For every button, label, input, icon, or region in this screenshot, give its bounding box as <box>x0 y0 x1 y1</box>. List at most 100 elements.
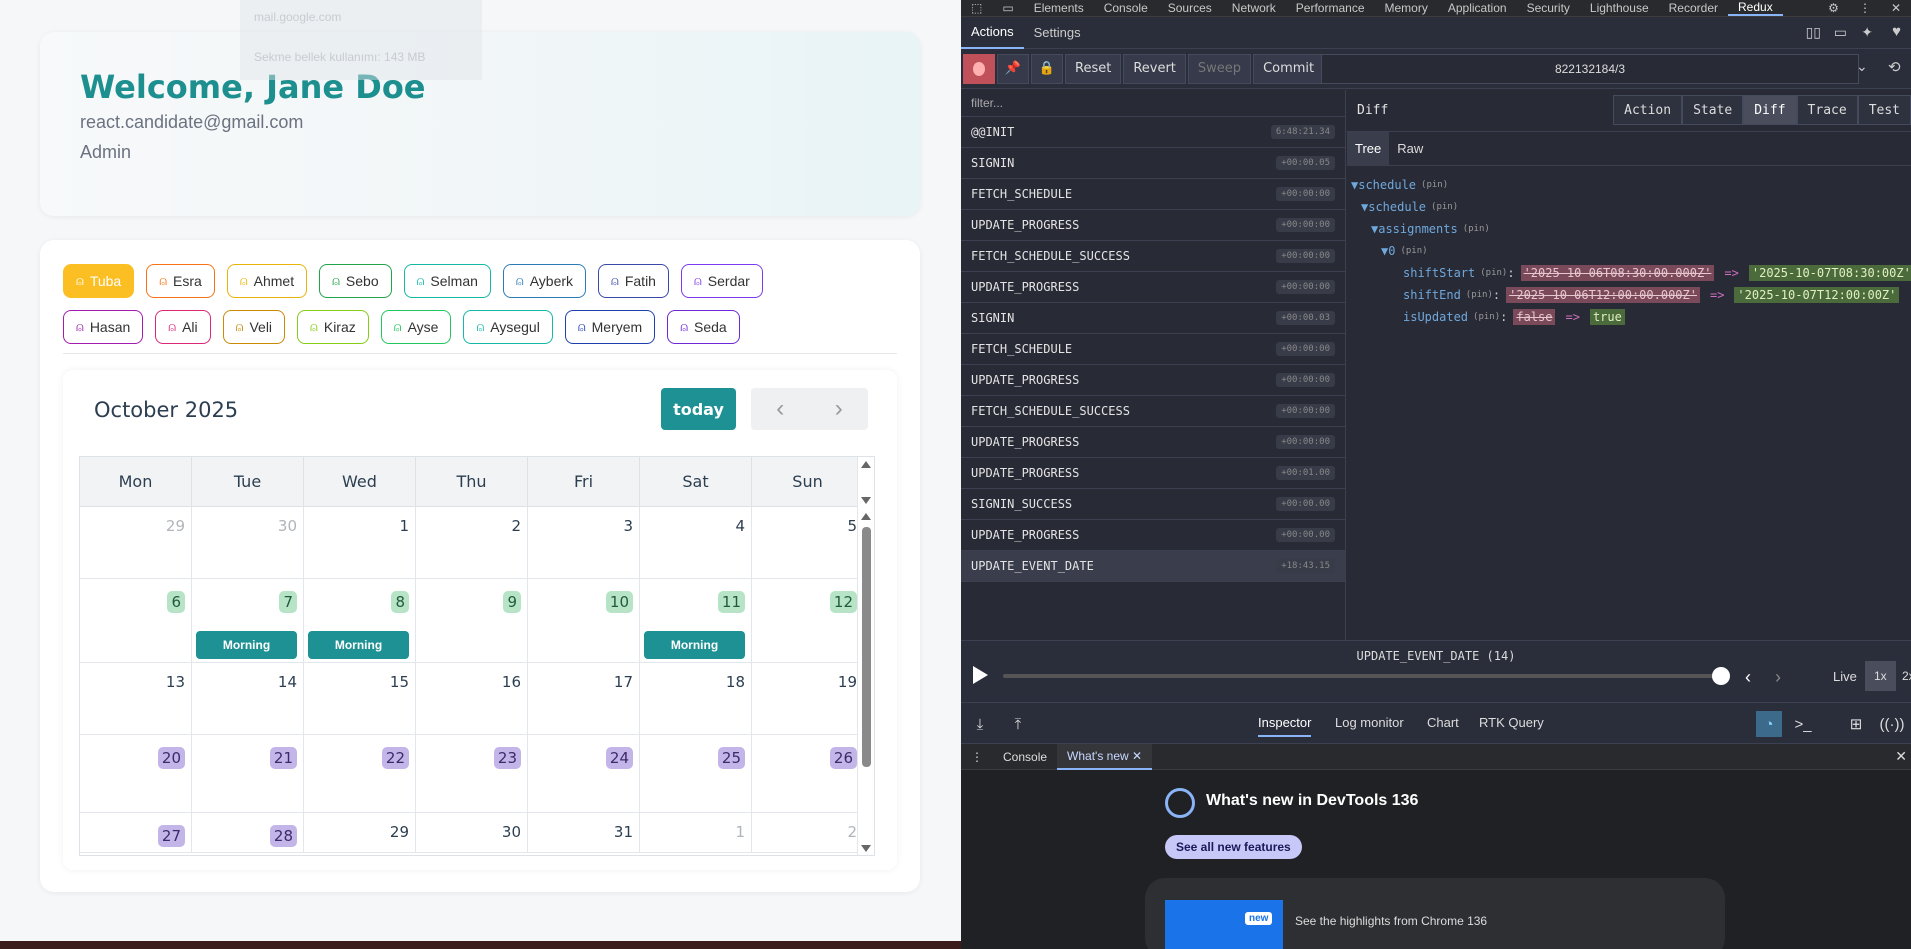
staff-chip[interactable]: ⍝ Ayberk <box>502 264 587 298</box>
staff-chip[interactable]: ⍝ Esra <box>146 264 215 298</box>
tab-inspector[interactable]: Inspector <box>1258 715 1312 737</box>
pin-button[interactable]: 📌 <box>997 53 1029 84</box>
staff-chip[interactable]: ⍝ Aysegul <box>463 310 553 344</box>
staff-chip[interactable]: ⍝ Seda <box>667 310 740 344</box>
scroll-up-icon[interactable] <box>861 461 871 468</box>
action-row[interactable]: UPDATE_PROGRESS +00:00:00 <box>961 210 1345 241</box>
scroll-down-icon[interactable] <box>861 845 871 852</box>
tree-node[interactable]: ▼ schedule (pin) <box>1347 196 1911 218</box>
tree-node[interactable]: ▼ assignments (pin) <box>1347 218 1911 240</box>
day-cell[interactable]: 8 Morning <box>304 579 416 662</box>
action-row[interactable]: FETCH_SCHEDULE +00:00:00 <box>961 334 1345 365</box>
day-cell[interactable]: 18 <box>640 663 752 734</box>
staff-chip[interactable]: ⍝ Meryem <box>564 310 656 344</box>
day-cell[interactable]: 13 <box>80 663 192 734</box>
day-cell[interactable]: 26 <box>752 735 864 812</box>
action-row[interactable]: SIGNIN_SUCCESS +00:00.00 <box>961 489 1345 520</box>
day-cell[interactable]: 17 <box>528 663 640 734</box>
lock-button[interactable]: 🔒 <box>1031 53 1063 84</box>
slider-knob[interactable] <box>1712 667 1730 685</box>
instance-select[interactable]: 822132184/3 <box>1321 54 1859 84</box>
tab-rtk-query[interactable]: RTK Query <box>1479 715 1544 730</box>
export-icon[interactable]: ⤒ <box>1005 711 1031 737</box>
drawer-menu-icon[interactable]: ⋮ <box>961 750 993 764</box>
staff-chip[interactable]: ⍝ Kiraz <box>297 310 369 344</box>
tree-node[interactable]: ▼ 0 (pin) <box>1347 240 1911 262</box>
inspector-tab-action[interactable]: Action <box>1613 95 1683 125</box>
shift-event[interactable]: Morning <box>308 631 409 659</box>
day-cell[interactable]: 25 <box>640 735 752 812</box>
step-back-icon[interactable]: ‹ <box>1745 667 1751 688</box>
day-cell[interactable]: 23 <box>416 735 528 812</box>
day-cell[interactable]: 14 <box>192 663 304 734</box>
action-row[interactable]: UPDATE_EVENT_DATE +18:43.15 <box>961 551 1345 582</box>
action-row[interactable]: UPDATE_PROGRESS +00:01.00 <box>961 458 1345 489</box>
action-row[interactable]: FETCH_SCHEDULE +00:00:00 <box>961 179 1345 210</box>
close-icon[interactable]: ✕ <box>1881 1 1911 15</box>
day-cell[interactable]: 9 <box>416 579 528 662</box>
import-icon[interactable]: ⤓ <box>967 711 993 737</box>
prev-month-button[interactable]: ‹ <box>751 388 810 430</box>
grid-icon[interactable]: ⊞ <box>1843 711 1869 737</box>
revert-button[interactable]: Revert <box>1123 53 1186 84</box>
tab-log-monitor[interactable]: Log monitor <box>1335 715 1404 730</box>
devtools-tab[interactable]: Sources <box>1158 1 1222 15</box>
staff-chip[interactable]: ⍝ Sebo <box>319 264 392 298</box>
tab-tree[interactable]: Tree <box>1347 131 1390 166</box>
day-cell[interactable]: 5 <box>752 507 864 578</box>
day-cell[interactable]: 27 <box>80 813 192 852</box>
day-cell[interactable]: 19 <box>752 663 864 734</box>
gear-icon[interactable]: ⚙ <box>1818 1 1849 15</box>
action-row[interactable]: @@INIT 6:48:21.34 <box>961 117 1345 148</box>
day-cell[interactable]: 15 <box>304 663 416 734</box>
tab-actions[interactable]: Actions <box>961 17 1024 49</box>
day-cell[interactable]: 22 <box>304 735 416 812</box>
action-row[interactable]: FETCH_SCHEDULE_SUCCESS +00:00:00 <box>961 396 1345 427</box>
day-cell[interactable]: 2 <box>416 507 528 578</box>
calendar-scrollbar[interactable] <box>857 457 874 855</box>
staff-chip[interactable]: ⍝ Fatih <box>598 264 669 298</box>
devtools-tab[interactable]: Memory <box>1375 1 1438 15</box>
devtools-tab[interactable]: Application <box>1438 1 1517 15</box>
day-cell[interactable]: 24 <box>528 735 640 812</box>
devtools-tab[interactable]: Console <box>1094 1 1158 15</box>
day-cell[interactable]: 21 <box>192 735 304 812</box>
day-cell[interactable]: 20 <box>80 735 192 812</box>
highlights-card[interactable]: new See the highlights from Chrome 136 <box>1145 878 1725 949</box>
devtools-tab[interactable]: Recorder <box>1659 1 1728 15</box>
speed-2x[interactable]: 2x <box>1893 661 1911 691</box>
day-cell[interactable]: 7 Morning <box>192 579 304 662</box>
drawer-tab-whats-new[interactable]: What's new ✕ <box>1057 743 1153 770</box>
day-cell[interactable]: 29 <box>80 507 192 578</box>
staff-chip[interactable]: ⍝ Tuba <box>63 264 135 298</box>
shift-event[interactable]: Morning <box>196 631 297 659</box>
staff-chip[interactable]: ⍝ Ayse <box>380 310 452 344</box>
devtools-tab[interactable]: Lighthouse <box>1580 1 1659 15</box>
book-icon[interactable]: ▯▯ <box>1806 24 1821 41</box>
commit-button[interactable]: Commit <box>1253 53 1325 84</box>
inspector-tab-diff[interactable]: Diff <box>1743 95 1797 125</box>
devtools-tab[interactable]: Security <box>1517 1 1580 15</box>
broadcast-icon[interactable]: ((·)) <box>1879 711 1905 737</box>
filter-input[interactable]: filter... <box>961 90 1345 117</box>
day-cell[interactable]: 16 <box>416 663 528 734</box>
action-row[interactable]: UPDATE_PROGRESS +00:00.00 <box>961 520 1345 551</box>
inspect-icon[interactable]: ⬚ <box>961 1 992 15</box>
see-all-features-button[interactable]: See all new features <box>1165 835 1302 859</box>
inspector-tab-test[interactable]: Test <box>1857 95 1911 125</box>
shift-event[interactable]: Morning <box>644 631 745 659</box>
day-cell[interactable]: 3 <box>528 507 640 578</box>
staff-chip[interactable]: ⍝ Ahmet <box>226 264 308 298</box>
day-cell[interactable]: 11 Morning <box>640 579 752 662</box>
day-cell[interactable]: 1 <box>640 813 752 852</box>
inspector-tab-state[interactable]: State <box>1682 95 1744 125</box>
action-row[interactable]: UPDATE_PROGRESS +00:00:00 <box>961 427 1345 458</box>
sync-icon[interactable]: ⟲ <box>1888 58 1901 76</box>
day-cell[interactable]: 30 <box>416 813 528 852</box>
staff-chip[interactable]: ⍝ Serdar <box>680 264 763 298</box>
day-cell[interactable]: 12 <box>752 579 864 662</box>
day-cell[interactable]: 10 <box>528 579 640 662</box>
devtools-tab[interactable]: Elements <box>1024 1 1094 15</box>
more-icon[interactable]: ⋮ <box>1849 1 1881 15</box>
staff-chip[interactable]: ⍝ Ali <box>155 310 211 344</box>
